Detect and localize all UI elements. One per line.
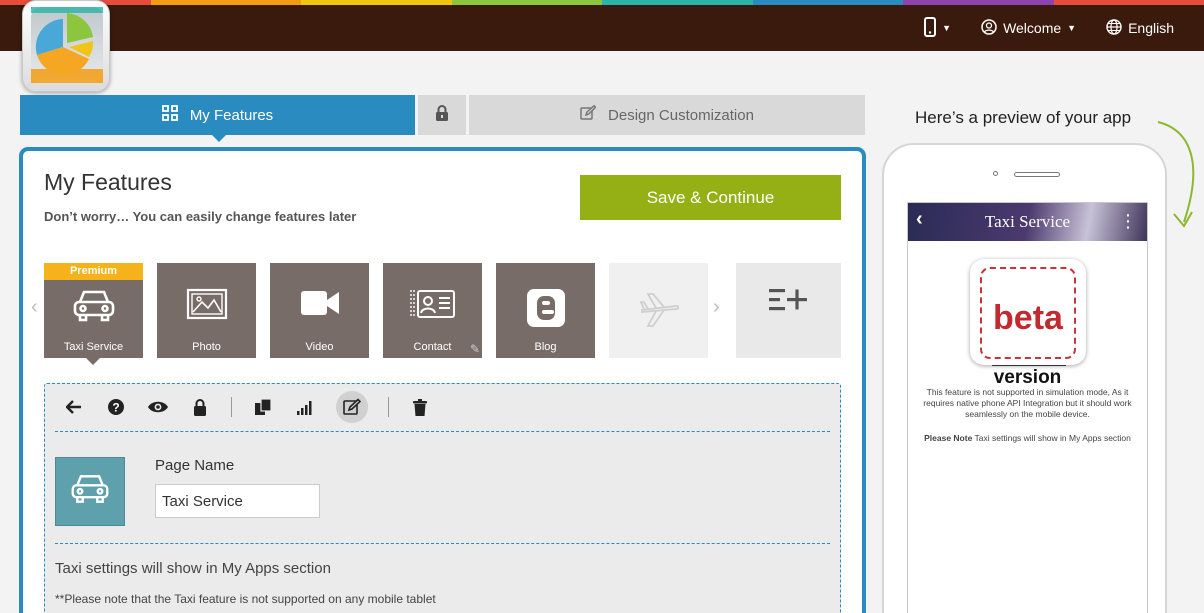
toolbar-divider xyxy=(231,397,232,417)
edit-icon xyxy=(580,104,597,125)
simulation-message: This feature is not supported in simulat… xyxy=(923,387,1132,419)
airplane-icon xyxy=(638,288,680,333)
tab-my-features[interactable]: My Features xyxy=(20,95,415,142)
chevron-down-icon: ▼ xyxy=(1067,23,1077,33)
top-nav: ▼ Welcome ▼ English xyxy=(924,5,1174,51)
feature-tile-airplane[interactable] xyxy=(609,263,708,358)
phone-screen: ‹ Taxi Service ⋮ beta version This featu… xyxy=(907,202,1148,613)
app-logo[interactable] xyxy=(22,0,110,92)
blogger-icon xyxy=(526,288,566,331)
trash-icon[interactable] xyxy=(409,396,431,418)
camera-dot xyxy=(993,171,998,176)
feature-label: Blog xyxy=(534,341,557,353)
feature-tile-photo[interactable]: Photo xyxy=(157,263,256,358)
carousel-prev-icon[interactable]: ‹ xyxy=(31,296,38,319)
device-switcher[interactable]: ▼ xyxy=(924,16,952,40)
back-arrow-icon[interactable] xyxy=(63,396,85,418)
feature-tile-blog[interactable]: Blog xyxy=(496,263,595,358)
tab-label: Design Customization xyxy=(608,106,754,124)
preview-label: Here’s a preview of your app xyxy=(915,108,1132,127)
beta-underline xyxy=(992,365,1066,366)
page-name-input[interactable] xyxy=(155,484,320,518)
feature-label: Photo xyxy=(192,341,221,353)
grid-icon xyxy=(161,105,178,125)
video-camera-icon xyxy=(299,288,341,321)
contact-card-icon xyxy=(409,288,456,323)
screen-header: ‹ Taxi Service ⋮ xyxy=(908,203,1147,241)
lock-icon xyxy=(435,105,449,125)
phone-preview: ‹ Taxi Service ⋮ beta version This featu… xyxy=(882,143,1167,613)
feature-editor: ? Page Name Taxi Service Taxi settings w… xyxy=(44,383,841,613)
welcome-menu[interactable]: Welcome ▼ xyxy=(981,18,1077,38)
feature-tile-taxi-service[interactable]: Premium Taxi Service xyxy=(44,263,143,365)
tab-label: My Features xyxy=(189,106,274,124)
beta-word: beta xyxy=(993,299,1063,337)
svg-text:?: ? xyxy=(112,401,119,415)
user-icon xyxy=(981,18,997,38)
logo-pie-icon xyxy=(31,7,103,83)
taxi-info-text: Taxi settings will show in My Apps secti… xyxy=(55,560,331,577)
feature-label: Contact xyxy=(413,341,452,353)
add-more-icon xyxy=(767,285,811,318)
note-bold: Please Note xyxy=(924,433,973,443)
copy-icon[interactable] xyxy=(252,396,274,418)
feature-tile-add-more[interactable] xyxy=(736,263,841,358)
note-text: Taxi settings will show in My Apps secti… xyxy=(972,433,1131,443)
photo-icon xyxy=(186,288,228,323)
feature-tile-video[interactable]: Video xyxy=(270,263,369,358)
beta-badge-icon: beta xyxy=(970,259,1086,365)
screen-title: Taxi Service xyxy=(984,212,1071,231)
divider xyxy=(55,431,830,432)
editor-toolbar: ? xyxy=(63,391,431,423)
pencil-icon[interactable]: ✎ xyxy=(470,342,480,356)
divider xyxy=(55,543,830,544)
features-panel: My Features Don’t worry… You can easily … xyxy=(19,147,866,613)
feature-label: Video xyxy=(305,341,334,353)
carousel-next-icon[interactable]: › xyxy=(713,296,720,319)
page-name-label: Page Name xyxy=(155,457,235,474)
screen-note: Please Note Taxi settings will show in M… xyxy=(920,432,1135,444)
car-icon xyxy=(70,472,110,511)
feature-tile-contact[interactable]: Contact ✎ xyxy=(383,263,482,358)
more-vertical-icon[interactable]: ⋮ xyxy=(1119,211,1137,232)
language-menu[interactable]: English xyxy=(1106,18,1174,38)
page-icon-tile[interactable] xyxy=(55,457,125,526)
tab-lock[interactable] xyxy=(418,95,466,135)
help-icon[interactable]: ? xyxy=(105,396,127,418)
page-title: My Features xyxy=(44,169,172,195)
edit-icon[interactable] xyxy=(336,391,368,423)
signal-icon[interactable] xyxy=(294,396,316,418)
toolbar-divider xyxy=(388,397,389,417)
taxi-note-text: **Please note that the Taxi feature is n… xyxy=(55,592,436,606)
premium-badge: Premium xyxy=(44,263,143,280)
mobile-phone-icon xyxy=(924,16,937,40)
page-subtitle: Don’t worry… You can easily change featu… xyxy=(44,209,357,224)
chevron-down-icon: ▼ xyxy=(942,23,952,33)
feature-label: Taxi Service xyxy=(63,341,124,353)
car-icon xyxy=(72,288,116,327)
save-continue-button[interactable]: Save & Continue xyxy=(580,175,841,220)
language-label: English xyxy=(1128,20,1174,36)
beta-version-text: version xyxy=(993,367,1062,388)
eye-icon[interactable] xyxy=(147,396,169,418)
phone-speaker xyxy=(1014,172,1060,177)
tab-design-customization[interactable]: Design Customization xyxy=(469,95,865,135)
welcome-label: Welcome xyxy=(1003,20,1062,36)
lock-icon[interactable] xyxy=(189,396,211,418)
globe-icon xyxy=(1106,18,1122,38)
